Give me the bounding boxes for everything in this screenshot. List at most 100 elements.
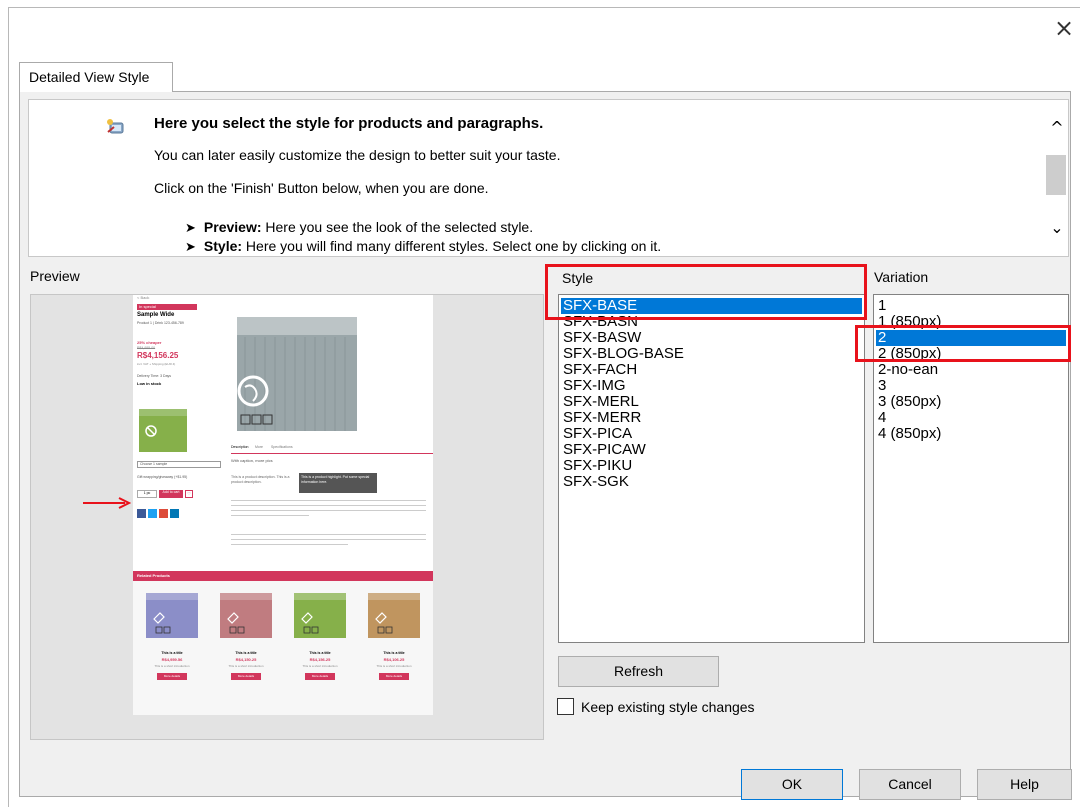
tab-description[interactable]: Description: [231, 445, 249, 449]
vat-note: incl. VAT + Shipping (EUR 4): [137, 362, 176, 366]
add-to-cart-button[interactable]: Add to cart: [159, 490, 183, 498]
info-title: Here you select the style for products a…: [154, 115, 544, 132]
preview-label: Preview: [30, 268, 80, 284]
special-badge: In special: [137, 304, 197, 310]
green-box-icon: [139, 409, 187, 452]
bullet-term: Preview:: [203, 219, 262, 235]
tab-more[interactable]: More: [255, 445, 263, 449]
related-box-icon: [294, 593, 346, 638]
help-button[interactable]: Help: [977, 769, 1072, 800]
related-price: R$4,150.25: [235, 657, 257, 662]
twitter-icon[interactable]: [148, 509, 157, 518]
close-icon[interactable]: ×: [1050, 14, 1078, 42]
variation-list-item[interactable]: 2-no-ean: [876, 362, 1066, 378]
related-intro: This is a short introduction: [302, 664, 338, 668]
bullet-preview: ➤ Preview: Here you see the look of the s…: [185, 219, 533, 236]
related-product-card[interactable]: This is a title R$4,106.25 This is a short…: [361, 587, 427, 713]
related-product-card[interactable]: This is a title R$4,150.25 This is a short…: [213, 587, 279, 713]
variation-list-item[interactable]: 1: [876, 298, 1066, 314]
red-arrow-icon: [83, 497, 131, 509]
style-list-item[interactable]: SFX-SGK: [561, 474, 862, 490]
related-price: R$4,156.25: [309, 657, 331, 662]
variation-list-item[interactable]: 3 (850px): [876, 394, 1066, 410]
related-title: This is a title: [309, 651, 331, 655]
related-title: This is a title: [383, 651, 405, 655]
related-title: This is a title: [235, 651, 257, 655]
related-box-icon: [146, 593, 198, 638]
discount-text: 25% cheaper: [137, 340, 162, 345]
related-product-card[interactable]: This is a title R$4,959.56 This is a short…: [139, 587, 205, 713]
related-details-button[interactable]: More details: [379, 673, 409, 680]
wizard-icon: [107, 119, 124, 134]
tab-detailed-view-style[interactable]: Detailed View Style: [19, 62, 173, 92]
scroll-down-icon[interactable]: ⌄: [1047, 218, 1067, 238]
box-icon: [237, 317, 357, 431]
variation-list-item[interactable]: 4: [876, 410, 1066, 426]
style-list-item[interactable]: SFX-MERR: [561, 410, 862, 426]
variant-select[interactable]: Choose 1 sample: [137, 461, 221, 468]
preview-pane: < Back In special Sample Wide Product 1 …: [30, 294, 544, 740]
quantity-input[interactable]: 1 pc: [137, 490, 157, 498]
variation-highlight-box: [855, 325, 1071, 362]
bullet-arrow-icon: ➤: [185, 239, 196, 254]
style-highlight-box: [545, 264, 867, 320]
price: R$4,156.25: [137, 351, 179, 360]
product-subtitle: Product 1 | Drink 123-456-789: [137, 321, 184, 325]
bullet-style: ➤ Style: Here you will find many differen…: [185, 238, 661, 255]
style-list-item[interactable]: SFX-BASW: [561, 330, 862, 346]
product-image: [231, 307, 363, 437]
description-lines-2: [231, 531, 426, 553]
stock-status: Low in stock: [137, 381, 162, 386]
tabs-underline: [231, 453, 433, 454]
style-list-item[interactable]: SFX-IMG: [561, 378, 862, 394]
keep-changes-label: Keep existing style changes: [581, 699, 755, 715]
info-line-customize: You can later easily customize the desig…: [154, 147, 561, 163]
bullet-text: Here you will find many different styles…: [242, 238, 662, 254]
bullet-text: Here you see the look of the selected st…: [261, 219, 534, 235]
variation-list-item[interactable]: 4 (850px): [876, 426, 1066, 442]
related-box-icon: [220, 593, 272, 638]
thumbnail-image[interactable]: [137, 407, 189, 453]
related-box-icon: [368, 593, 420, 638]
style-list-item[interactable]: SFX-FACH: [561, 362, 862, 378]
product-title: Sample Wide: [137, 312, 175, 318]
variation-label: Variation: [874, 269, 929, 285]
breadcrumb: < Back: [137, 295, 150, 300]
style-list-item[interactable]: SFX-PIKU: [561, 458, 862, 474]
related-details-button[interactable]: More details: [305, 673, 335, 680]
caption-text: With caption, more pics: [231, 458, 273, 463]
related-price: R$4,106.25: [383, 657, 405, 662]
style-listbox[interactable]: SFX-BASE SFX-BASN SFX-BASW SFX-BLOG-BASE SFX…: [558, 294, 865, 643]
info-area: Here you select the style for products a…: [28, 99, 1069, 257]
refresh-button[interactable]: Refresh: [558, 656, 719, 687]
old-price: R$4,955.00: [137, 346, 156, 350]
related-intro: This is a short introduction: [154, 664, 190, 668]
related-title: This is a title: [161, 651, 183, 655]
gift-option[interactable]: Gift wrapping/giveaway (+$1.95): [137, 475, 187, 479]
description-lines: [231, 497, 426, 519]
variation-list-item[interactable]: 3: [876, 378, 1066, 394]
keep-changes-checkbox[interactable]: [557, 698, 574, 715]
style-list-item[interactable]: SFX-MERL: [561, 394, 862, 410]
related-intro: This is a short introduction: [376, 664, 412, 668]
ok-button[interactable]: OK: [741, 769, 843, 800]
style-list-item[interactable]: SFX-PICA: [561, 426, 862, 442]
related-details-button[interactable]: More details: [157, 673, 187, 680]
related-intro: This is a short introduction: [228, 664, 264, 668]
scroll-up-icon[interactable]: ^: [1047, 118, 1067, 138]
cancel-button[interactable]: Cancel: [859, 769, 961, 800]
description-text: This is a product description. This is a…: [231, 475, 290, 484]
linkedin-icon[interactable]: [170, 509, 179, 518]
wishlist-icon[interactable]: ♡: [185, 490, 193, 498]
highlight-box: This is a product highlight. Put some sp…: [299, 473, 377, 493]
style-list-item[interactable]: SFX-PICAW: [561, 442, 862, 458]
related-details-button[interactable]: More details: [231, 673, 261, 680]
related-products-header: Related Products: [133, 571, 433, 581]
facebook-icon[interactable]: [137, 509, 146, 518]
style-list-item[interactable]: SFX-BLOG-BASE: [561, 346, 862, 362]
scrollbar-thumb[interactable]: [1046, 155, 1066, 195]
preview-page: < Back In special Sample Wide Product 1 …: [133, 295, 433, 715]
related-product-card[interactable]: This is a title R$4,156.25 This is a short…: [287, 587, 353, 713]
tab-specifications[interactable]: Specifications: [271, 445, 293, 449]
googleplus-icon[interactable]: [159, 509, 168, 518]
